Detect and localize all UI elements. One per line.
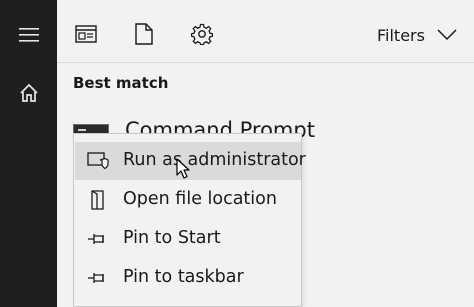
settings-filter-button[interactable] bbox=[185, 17, 219, 51]
menu-item-label: Open file location bbox=[123, 189, 277, 209]
start-sidebar bbox=[0, 0, 57, 307]
home-icon bbox=[19, 83, 38, 102]
search-toolbar: Filters bbox=[57, 0, 474, 62]
hamburger-icon bbox=[18, 28, 39, 42]
apps-icon bbox=[75, 25, 97, 43]
menu-item-open-file-location[interactable]: Open file location bbox=[75, 181, 301, 219]
gear-icon bbox=[191, 23, 213, 45]
chevron-down-icon bbox=[437, 29, 457, 41]
menu-item-label: Pin to Start bbox=[123, 228, 221, 248]
document-icon bbox=[135, 23, 153, 45]
menu-item-label: Run as administrator bbox=[123, 150, 306, 170]
file-location-icon bbox=[87, 190, 109, 210]
mouse-cursor-icon bbox=[176, 158, 190, 179]
shield-icon bbox=[87, 151, 109, 171]
pin-icon bbox=[87, 229, 109, 249]
documents-filter-button[interactable] bbox=[127, 17, 161, 51]
menu-item-label: Pin to taskbar bbox=[123, 267, 244, 287]
menu-item-pin-to-start[interactable]: Pin to Start bbox=[75, 220, 301, 258]
best-match-heading: Best match bbox=[73, 74, 169, 92]
home-button[interactable] bbox=[0, 70, 57, 116]
apps-filter-button[interactable] bbox=[69, 17, 103, 51]
toolbar-divider bbox=[57, 62, 474, 63]
filters-label: Filters bbox=[377, 25, 425, 45]
menu-item-pin-to-taskbar[interactable]: Pin to taskbar bbox=[75, 259, 301, 297]
filters-dropdown[interactable]: Filters bbox=[377, 20, 457, 50]
menu-button[interactable] bbox=[0, 12, 57, 58]
pin-icon bbox=[87, 268, 109, 288]
